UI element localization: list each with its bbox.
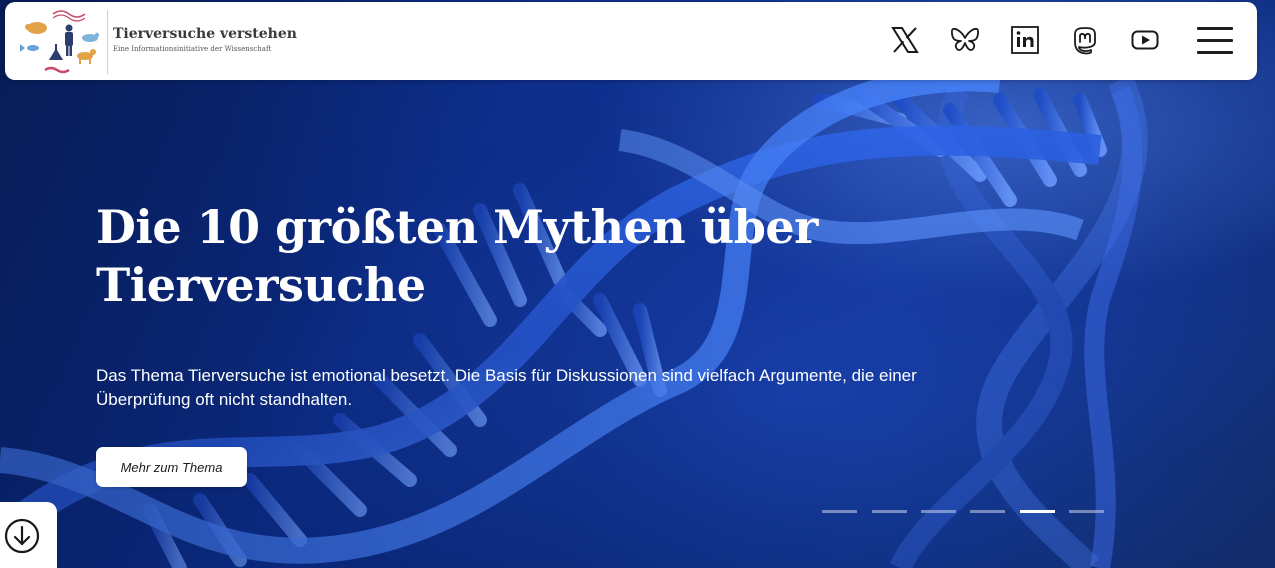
mastodon-icon <box>1074 27 1096 55</box>
hamburger-menu-icon[interactable] <box>1197 24 1233 58</box>
linkedin-link[interactable] <box>1009 24 1041 56</box>
more-about-topic-button[interactable]: Mehr zum Thema <box>96 447 247 487</box>
brand-subtitle: Eine Informationsinitiative der Wissensc… <box>113 45 272 53</box>
youtube-icon <box>1131 30 1159 50</box>
slide-dot-6[interactable] <box>1069 510 1104 513</box>
slide-dot-3[interactable] <box>921 510 956 513</box>
brand-title[interactable]: Tierversuche verstehen <box>113 26 297 42</box>
bluesky-link[interactable] <box>949 24 981 56</box>
logo-divider <box>107 10 108 74</box>
mastodon-link[interactable] <box>1069 24 1101 56</box>
site-header: Tierversuche verstehen Eine Informations… <box>5 2 1257 80</box>
hero-banner: Die 10 größten Mythen über Tierversuche … <box>0 0 1275 568</box>
slide-dot-5-active[interactable] <box>1020 510 1055 513</box>
slide-dot-1[interactable] <box>822 510 857 513</box>
hero-lead-text: Das Thema Tierversuche ist emotional bes… <box>96 366 917 409</box>
arrow-down-circle-icon[interactable] <box>4 518 40 554</box>
hero-headline: Die 10 größten Mythen über Tierversuche <box>96 200 818 312</box>
site-logo[interactable] <box>15 6 103 76</box>
x-link[interactable] <box>889 24 921 56</box>
scroll-down-container <box>0 502 57 568</box>
bluesky-icon <box>951 27 979 51</box>
slide-dot-2[interactable] <box>872 510 907 513</box>
x-icon <box>891 27 919 53</box>
linkedin-icon <box>1011 26 1039 54</box>
youtube-link[interactable] <box>1129 24 1161 56</box>
slide-dot-4[interactable] <box>970 510 1005 513</box>
